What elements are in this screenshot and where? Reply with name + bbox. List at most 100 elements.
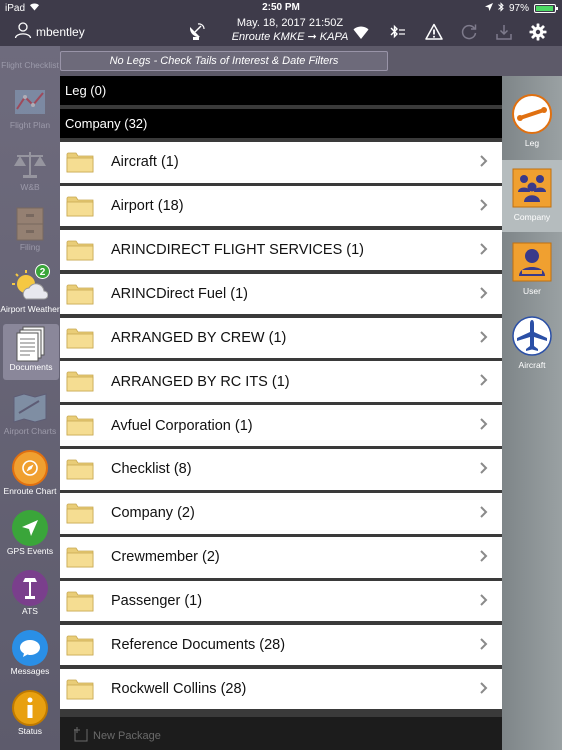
folder-icon <box>66 591 94 612</box>
sidebar-item-airport-weather[interactable]: 2 Airport Weather <box>0 264 60 314</box>
folder-label: ARRANGED BY RC ITS (1) <box>111 373 290 390</box>
scope-tab-aircraft[interactable]: Aircraft <box>502 308 562 380</box>
folder-row[interactable]: Aircraft (1) <box>60 142 502 183</box>
filter-bar: No Legs - Check Tails of Interest & Date… <box>0 46 562 76</box>
chevron-right-icon <box>480 155 488 167</box>
sidebar-label: Messages <box>10 666 50 676</box>
documents-list-panel: Leg (0) Company (32) Aircraft (1) Airpor… <box>60 76 502 717</box>
sidebar-item-filing[interactable]: Filing <box>0 206 60 252</box>
refresh-icon[interactable] <box>459 22 479 42</box>
folder-label: Aircraft (1) <box>111 154 179 171</box>
documents-icon <box>13 326 49 362</box>
sidebar-label: Flight Checklist <box>1 60 59 70</box>
sidebar-item-messages[interactable]: Messages <box>0 630 60 676</box>
folder-row[interactable]: ARRANGED BY CREW (1) <box>60 317 502 359</box>
folder-row[interactable]: Passenger (1) <box>60 580 502 622</box>
folder-row[interactable]: ARINCDirect Fuel (1) <box>60 273 502 315</box>
folder-row[interactable]: Rockwell Collins (28) <box>60 668 502 710</box>
folder-row[interactable]: Crewmember (2) <box>60 537 502 578</box>
gps-arrow-icon <box>12 510 48 546</box>
sidebar-item-gps-events[interactable]: GPS Events <box>0 510 60 556</box>
gear-icon[interactable] <box>528 22 548 42</box>
leg-section-header[interactable]: Leg (0) <box>60 76 502 105</box>
sidebar-item-flight-checklist[interactable]: Flight Checklist <box>0 46 60 70</box>
filter-message[interactable]: No Legs - Check Tails of Interest & Date… <box>60 51 388 71</box>
folder-row[interactable]: Reference Documents (28) <box>60 624 502 666</box>
folder-icon <box>66 547 94 568</box>
left-sidebar: Flight Checklist Flight Plan W&B Filing … <box>0 46 60 750</box>
wifi-status-icon[interactable] <box>351 22 371 42</box>
battery-icon <box>534 4 558 13</box>
right-tab-label: User <box>523 286 541 296</box>
bluetooth-settings-icon[interactable] <box>387 22 407 42</box>
aircraft-icon <box>512 316 552 356</box>
sidebar-item-ats[interactable]: ATS <box>0 570 60 616</box>
battery-percent: 97% <box>508 3 529 14</box>
folder-label: Crewmember (2) <box>111 549 220 566</box>
folder-row[interactable]: ARINCDIRECT FLIGHT SERVICES (1) <box>60 229 502 271</box>
new-package-button[interactable]: New Package <box>74 726 161 745</box>
download-icon[interactable] <box>494 22 514 42</box>
right-sidebar: Leg Company User Aircraft <box>502 76 562 750</box>
folder-icon <box>66 196 94 217</box>
folder-label: Avfuel Corporation (1) <box>111 417 253 434</box>
right-tab-label: Aircraft <box>518 360 546 370</box>
folder-label: Airport (18) <box>111 198 184 215</box>
scope-tab-user[interactable]: User <box>502 234 562 306</box>
weather-icon: 2 <box>12 264 50 304</box>
scope-tab-leg[interactable]: Leg <box>502 86 562 158</box>
folder-row[interactable]: Checklist (8) <box>60 449 502 490</box>
folder-row[interactable]: Airport (18) <box>60 185 502 227</box>
folder-row[interactable]: Company (2) <box>60 493 502 534</box>
folder-label: ARINCDIRECT FLIGHT SERVICES (1) <box>111 242 364 259</box>
sidebar-label: Airport Weather <box>0 304 60 314</box>
filing-cabinet-icon <box>12 206 48 242</box>
sidebar-label: Status <box>17 726 43 736</box>
sidebar-item-airport-charts[interactable]: Airport Charts <box>0 390 60 436</box>
sidebar-item-status[interactable]: Status <box>0 690 60 736</box>
flight-plan-icon <box>12 84 48 120</box>
leg-icon <box>512 94 552 134</box>
chevron-right-icon <box>480 286 488 299</box>
user-icon <box>512 242 552 282</box>
folder-label: ARRANGED BY CREW (1) <box>111 329 287 346</box>
satellite-dish-icon[interactable] <box>186 22 206 42</box>
folder-icon <box>66 372 94 392</box>
company-icon <box>512 168 552 208</box>
battery-level <box>536 6 554 11</box>
sidebar-item-documents[interactable]: Documents <box>3 324 59 380</box>
enroute-chart-icon <box>12 450 48 486</box>
folder-icon <box>66 635 94 656</box>
scope-tab-company[interactable]: Company <box>502 160 562 232</box>
sidebar-item-weight-balance[interactable]: W&B <box>0 146 60 192</box>
chevron-right-icon <box>480 681 488 694</box>
sidebar-label: Airport Charts <box>3 426 57 436</box>
new-package-label: New Package <box>93 729 161 742</box>
right-tab-label: Company <box>513 212 551 222</box>
chevron-right-icon <box>480 506 488 518</box>
folder-icon <box>66 328 94 348</box>
flight-info: May. 18, 2017 21:50Z Enroute KMKE ➞ KAPA <box>230 16 350 44</box>
chevron-right-icon <box>480 374 488 387</box>
folder-row[interactable]: ARRANGED BY RC ITS (1) <box>60 361 502 402</box>
chevron-right-icon <box>480 243 488 255</box>
sidebar-label: ATS <box>22 606 38 616</box>
bottom-toolbar: New Package <box>60 717 502 750</box>
folder-label: ARINCDirect Fuel (1) <box>111 285 248 302</box>
folder-label: Reference Documents (28) <box>111 637 286 654</box>
user-account-button[interactable]: mbentley <box>14 21 85 42</box>
new-document-icon <box>74 726 88 745</box>
folder-row[interactable]: Avfuel Corporation (1) <box>60 405 502 446</box>
company-section-header[interactable]: Company (32) <box>60 109 502 138</box>
sidebar-item-flight-plan[interactable]: Flight Plan <box>0 84 60 130</box>
folder-icon <box>66 284 94 305</box>
warning-icon[interactable] <box>424 22 444 42</box>
username: mbentley <box>36 24 85 39</box>
flight-route: Enroute KMKE ➞ KAPA <box>231 31 349 43</box>
folder-icon <box>66 679 94 700</box>
sidebar-item-enroute-chart[interactable]: Enroute Chart <box>0 450 60 496</box>
folder-icon <box>66 415 94 436</box>
ats-icon <box>12 570 48 606</box>
airport-charts-icon <box>12 390 48 426</box>
sidebar-label: GPS Events <box>6 546 54 556</box>
